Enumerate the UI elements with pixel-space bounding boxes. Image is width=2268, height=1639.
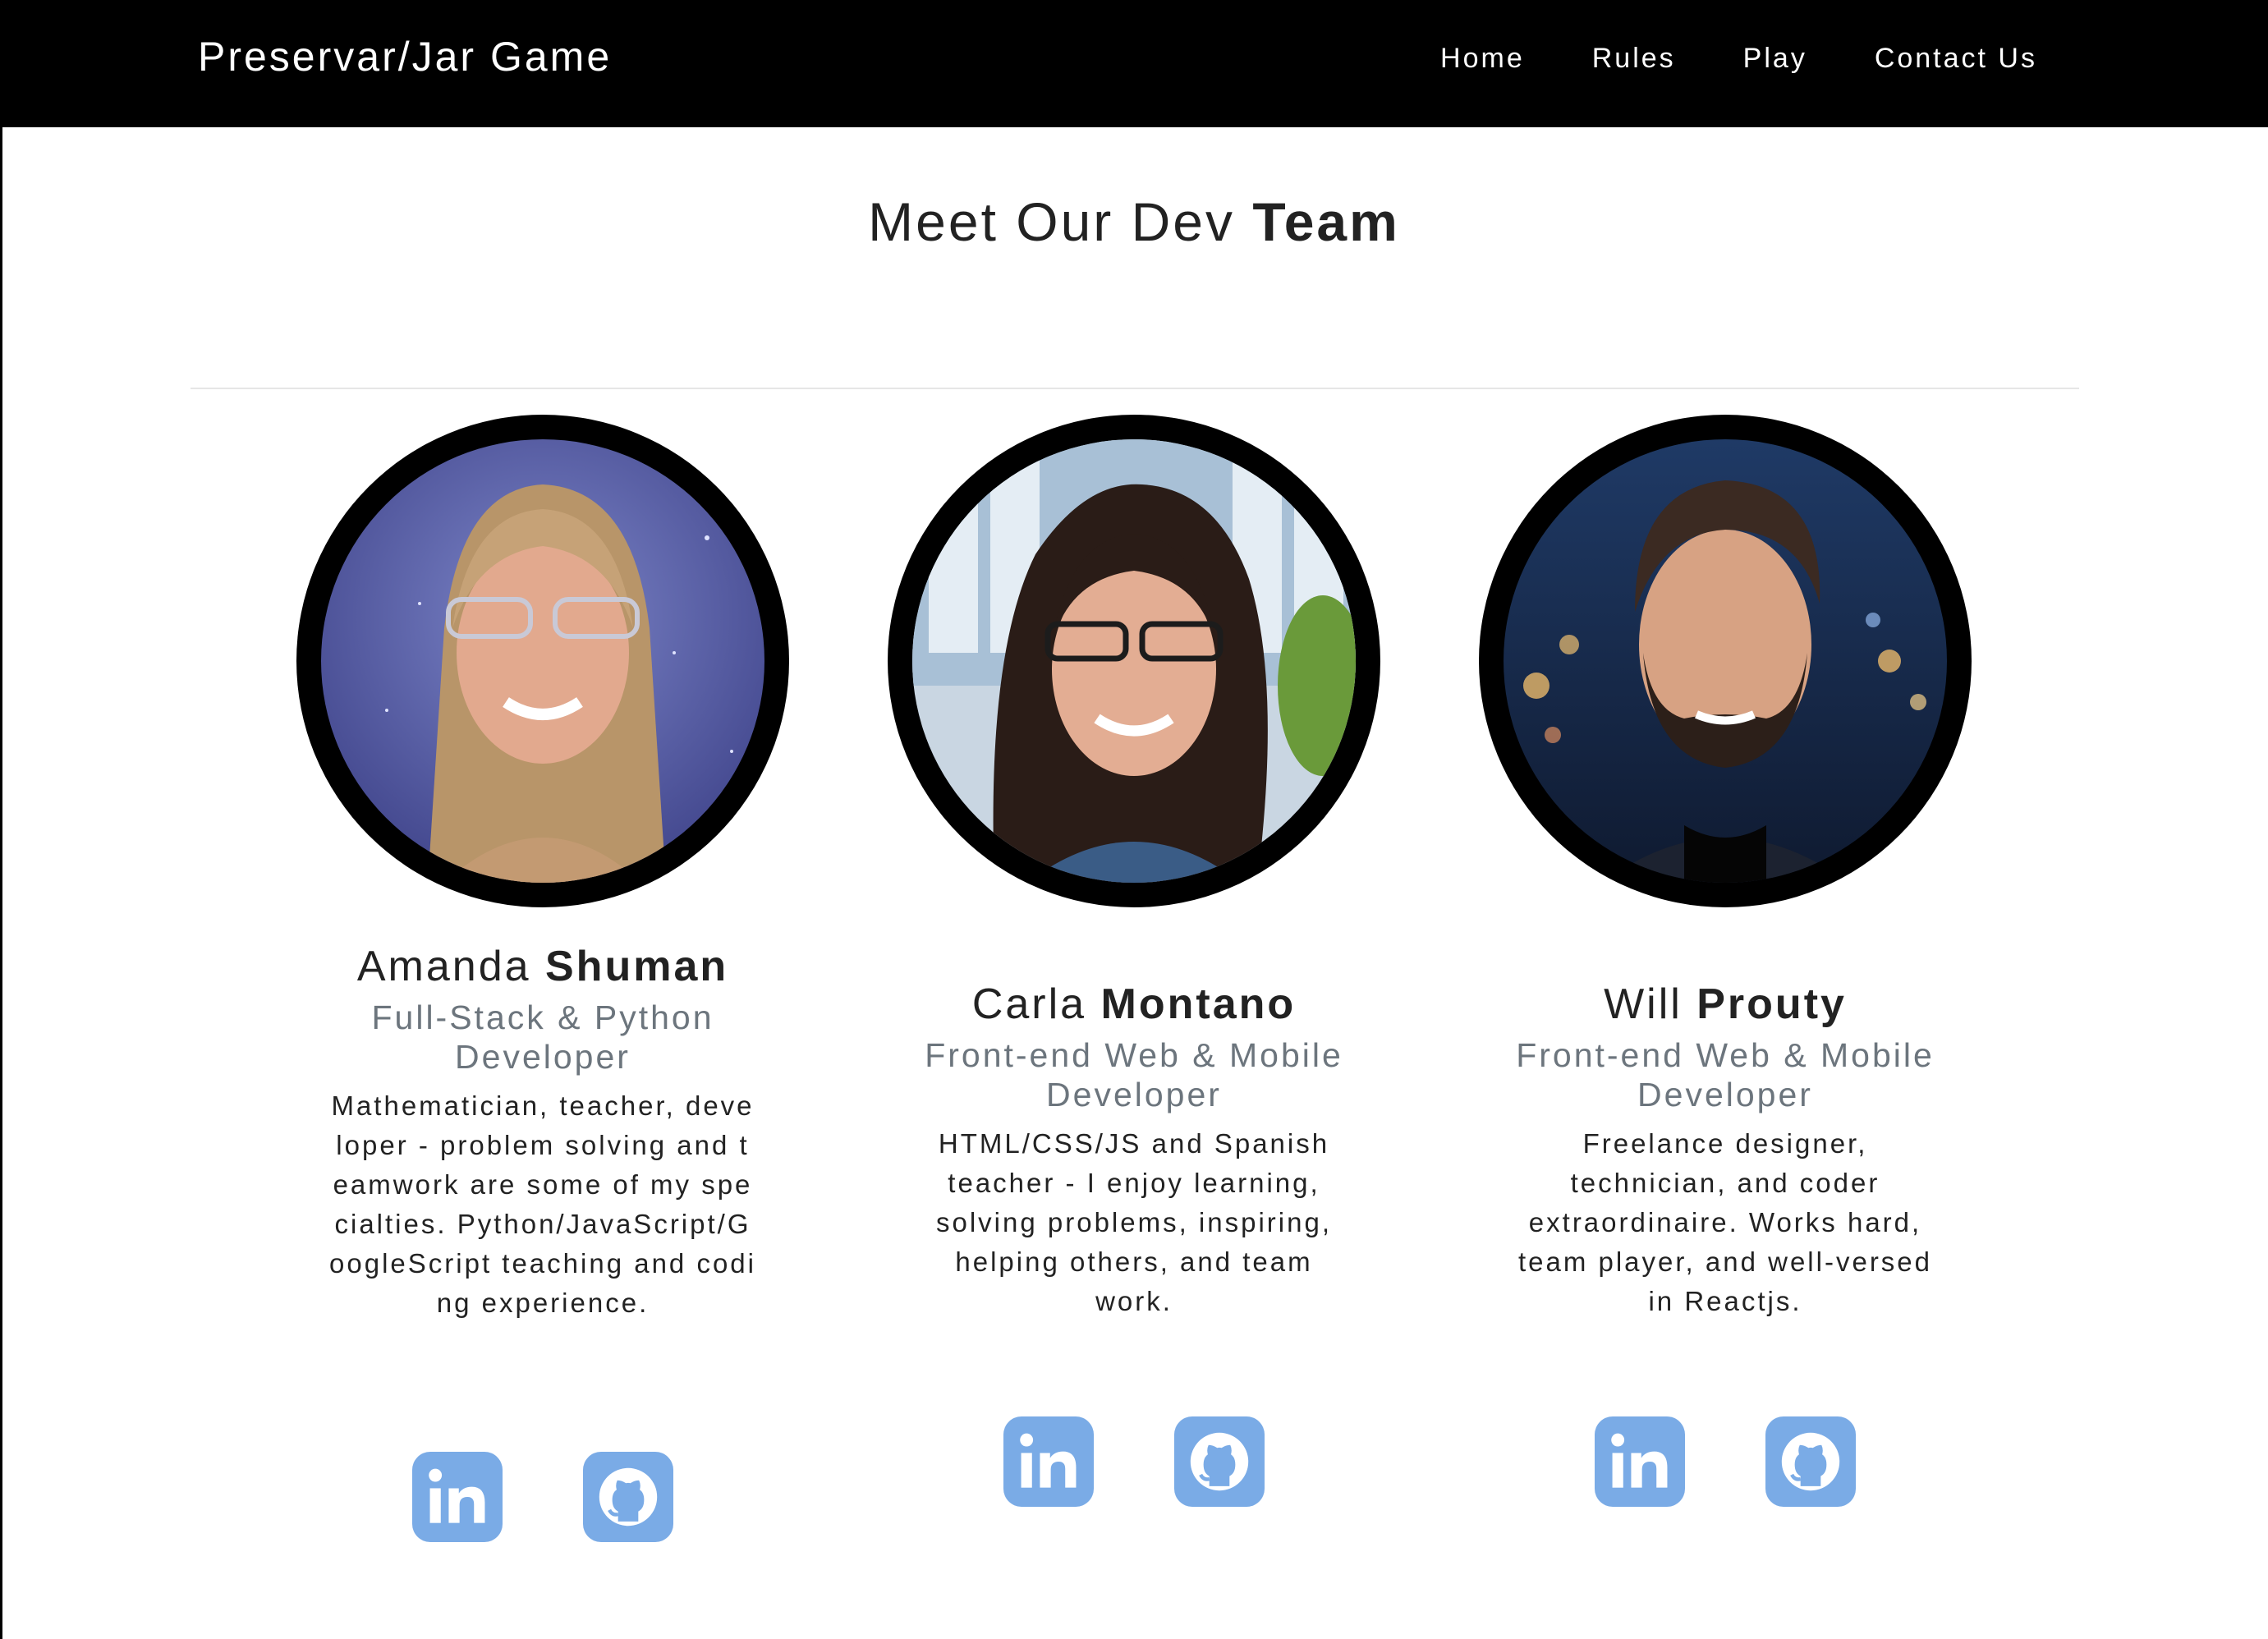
member-role: Full-Stack & Python Developer [371,999,714,1076]
member-info: Amanda Shuman Full-Stack & Python Develo… [264,940,822,1323]
linkedin-icon [429,1468,485,1523]
member-role: Front-end Web & Mobile Developer [1516,1036,1935,1113]
nav-link-home[interactable]: Home [1440,43,1525,75]
linkedin-link[interactable] [412,1452,503,1542]
github-icon [1190,1432,1249,1491]
nav-link-contact-us[interactable]: Contact Us [1875,43,2037,75]
team-member-card: Amanda Shuman Full-Stack & Python Develo… [296,415,789,1542]
github-icon [1781,1432,1840,1491]
portrait-photo [912,439,1356,883]
avatar [1479,415,1972,907]
nav-link-play[interactable]: Play [1743,43,1807,75]
github-icon [599,1467,658,1527]
github-link[interactable] [1174,1416,1265,1507]
member-role: Front-end Web & Mobile Developer [925,1036,1343,1113]
page-title-regular: Meet Our Dev [868,191,1253,252]
avatar [296,415,789,907]
github-link[interactable] [1765,1416,1856,1507]
social-links [296,1452,789,1542]
team-member-card: Will Prouty Front-end Web & Mobile Devel… [1479,415,1972,1507]
member-first-name: Will [1604,980,1697,1028]
avatar [888,415,1380,907]
nav-links: Home Rules Play Contact Us [1440,43,2037,75]
page-title: Meet Our Dev Team [0,191,2268,253]
page-title-bold: Team [1252,191,1400,252]
nav-link-rules[interactable]: Rules [1592,43,1676,75]
team-member-card: Carla Montano Front-end Web & Mobile Dev… [888,415,1380,1507]
member-description: HTML/CSS/JS and Spanish teacher - I enjo… [935,1128,1332,1316]
social-links [1479,1416,1972,1507]
member-last-name: Shuman [545,943,729,990]
github-link[interactable] [583,1452,673,1542]
member-first-name: Amanda [356,943,545,990]
member-description: Mathematician, teacher, developer - prob… [329,1090,756,1318]
linkedin-icon [1611,1433,1668,1488]
member-name: Will Prouty [1446,978,2004,1031]
member-last-name: Montano [1100,980,1297,1028]
linkedin-link[interactable] [1003,1416,1094,1507]
member-info: Carla Montano Front-end Web & Mobile Dev… [855,978,1413,1321]
member-last-name: Prouty [1696,980,1847,1028]
social-links [888,1416,1380,1507]
brand-link[interactable]: Preservar/Jar Game [198,33,612,80]
member-first-name: Carla [971,980,1101,1028]
member-name: Carla Montano [855,978,1413,1031]
navbar: Preservar/Jar Game Home Rules Play Conta… [0,0,2268,127]
member-info: Will Prouty Front-end Web & Mobile Devel… [1446,978,2004,1321]
portrait-photo [1504,439,1947,883]
portrait-photo [321,439,764,883]
linkedin-link[interactable] [1595,1416,1685,1507]
section-divider [191,388,2079,389]
member-description: Freelance designer, technician, and code… [1517,1128,1933,1316]
member-name: Amanda Shuman [264,940,822,993]
linkedin-icon [1020,1433,1077,1488]
